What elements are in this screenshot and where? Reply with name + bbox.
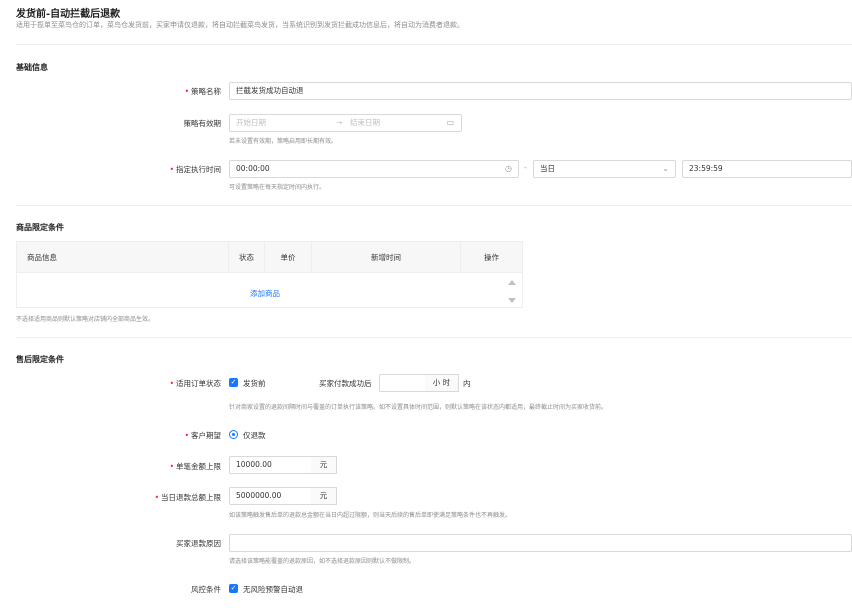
section-title-aftersale: 售后限定条件 xyxy=(16,355,64,364)
section-title-goods: 商品限定条件 xyxy=(16,223,64,232)
page-title: 发货前-自动拦截后退款 xyxy=(16,9,121,20)
scroll-up-icon[interactable] xyxy=(508,280,516,285)
time-separator: - xyxy=(524,163,527,172)
refund-only-label: 仅退款 xyxy=(243,431,266,440)
day-select[interactable]: 当日 ⌄ xyxy=(533,160,676,178)
within-label: 内 xyxy=(463,379,471,388)
hours-input[interactable] xyxy=(379,374,426,392)
column-header: 商品信息 xyxy=(17,242,229,273)
section-title-basic: 基础信息 xyxy=(16,63,48,72)
exec-time-hint: 可设置策略在每天指定时间内执行。 xyxy=(229,184,326,191)
no-risk-label: 无风险预警自动退 xyxy=(243,585,303,594)
before-shipping-label: 发货前 xyxy=(243,379,266,388)
hours-unit: 小 时 xyxy=(425,374,459,392)
column-header: 操作 xyxy=(484,253,499,262)
end-date-input[interactable]: 结束日期 xyxy=(350,115,380,131)
calendar-icon: ▭ xyxy=(446,118,454,127)
risk-label: 风控条件 xyxy=(191,585,221,594)
scroll-down-icon[interactable] xyxy=(508,298,516,303)
goods-hint: 不选择适用商品则默认策略对店铺内全部商品生效。 xyxy=(16,316,155,323)
policy-name-label: • 策略名称 xyxy=(184,87,221,96)
clock-icon: ◷ xyxy=(505,164,512,173)
table-header: 商品信息 状态 单价 新增时间 操作 xyxy=(17,242,522,273)
end-time-input[interactable]: 23:59:59 xyxy=(682,160,852,178)
validity-label: 策略有效期 xyxy=(183,119,222,128)
add-goods-link[interactable]: 添加商品 xyxy=(250,288,280,299)
single-limit-unit: 元 xyxy=(311,456,337,474)
column-header: 单价 xyxy=(265,242,312,273)
before-shipping-checkbox[interactable]: ✓ xyxy=(229,378,238,387)
daily-limit-hint: 如该策略触发售后单的退款总金额在当日内超过限额，则当天后续的售后单即使满足策略条… xyxy=(229,512,512,519)
page-description: 适用于揽单至菜鸟仓的订单，菜鸟仓发货前，买家申请仅退款，将自动拦截菜鸟发货，当系… xyxy=(16,21,464,29)
daily-limit-unit: 元 xyxy=(311,487,337,505)
column-header: 新增时间 xyxy=(312,242,461,273)
goods-table: 商品信息 状态 单价 新增时间 操作 添加商品 xyxy=(16,241,523,308)
chevron-down-icon: ⌄ xyxy=(662,164,669,173)
validity-hint: 若未设置有效期，策略启用即长期有效。 xyxy=(229,138,338,145)
range-arrow: → xyxy=(336,118,343,127)
refund-reason-label: 买家退款原因 xyxy=(176,539,221,548)
daily-limit-input[interactable]: 5000000.00 xyxy=(229,487,312,505)
divider xyxy=(16,44,852,45)
order-status-hint: 针对商家设置的退款间隔时间与覆盖的订单执行该策略。如不设置具体时间范围，则默认策… xyxy=(229,404,608,411)
refund-only-radio[interactable] xyxy=(229,430,238,439)
no-risk-checkbox[interactable]: ✓ xyxy=(229,584,238,593)
divider xyxy=(16,337,852,338)
daily-limit-label: • 当日退款总额上限 xyxy=(154,493,221,502)
refund-reason-select[interactable] xyxy=(229,534,852,552)
single-limit-input[interactable]: 10000.00 xyxy=(229,456,312,474)
start-date-input[interactable]: 开始日期 xyxy=(236,118,266,127)
refund-reason-hint: 请选择该策略能覆盖的退款原因，如不选择退款原因则默认不做限制。 xyxy=(229,558,416,565)
policy-name-input[interactable]: 拦截发货成功自动退 xyxy=(229,82,852,100)
validity-date-range[interactable]: 开始日期 → 结束日期 ▭ xyxy=(229,114,462,132)
customer-expect-label: • 客户期望 xyxy=(184,431,221,440)
order-status-label: • 适用订单状态 xyxy=(169,379,221,388)
exec-time-label: • 指定执行时间 xyxy=(169,165,221,174)
start-time-input[interactable]: 00:00:00 ◷ xyxy=(229,160,519,178)
divider xyxy=(16,205,852,206)
column-header: 状态 xyxy=(229,242,265,273)
single-limit-label: • 单笔金额上限 xyxy=(169,462,221,471)
pay-success-label: 买家付款成功后 xyxy=(319,379,372,388)
